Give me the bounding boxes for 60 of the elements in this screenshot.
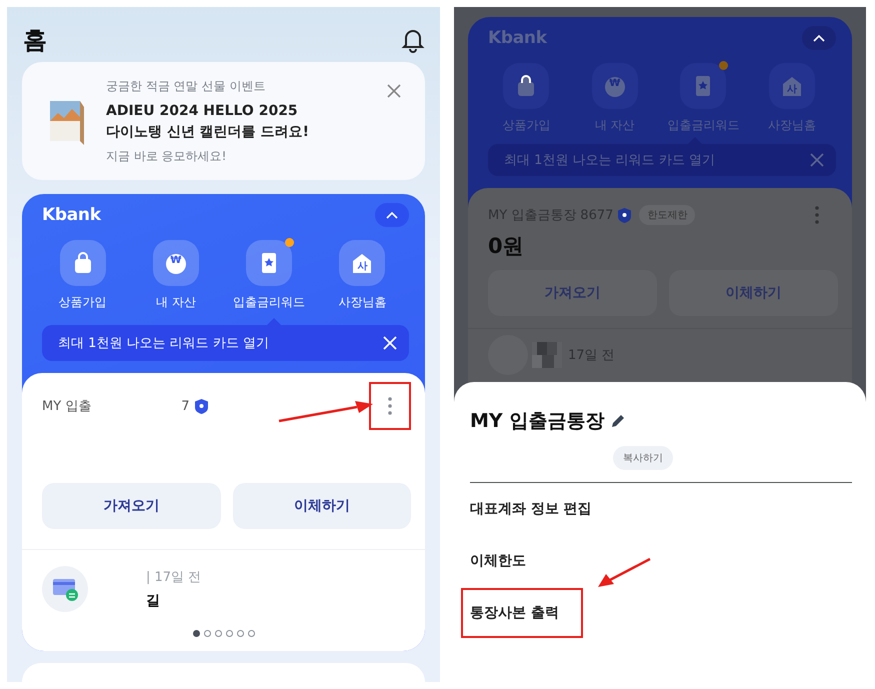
page-dot[interactable] [192,630,200,638]
icon-glyph: 사 [786,83,797,96]
account-balance: 0원 [488,233,525,260]
transfer-icon [42,566,88,612]
menu-item[interactable]: 이체한도 [470,552,526,570]
arrow [596,557,652,589]
transaction-title: 길 [146,592,161,610]
page-dot[interactable] [204,630,210,638]
collapse-button[interactable] [802,26,836,50]
event-title: 다이노탱 신년 캘린더를 드려요! [106,122,310,142]
copy-button[interactable]: 복사하기 [613,446,673,470]
page-dot[interactable] [248,630,254,638]
account-name: MY 입출 [42,398,92,416]
close-icon [810,153,824,167]
banner-text: 최대 1천원 나오는 리워드 카드 열기 [58,335,269,352]
action-button[interactable]: 가져오기 [42,483,220,530]
page-dot[interactable] [226,630,232,638]
action-button[interactable]: 이체하기 [232,483,411,530]
house-icon [351,251,374,276]
coin-icon [604,74,626,98]
more-vertical-icon [388,397,392,416]
shield-icon [194,398,208,414]
event-title: ADIEU 2024 HELLO 2025 [106,102,299,121]
transaction-date: | 17일 전 [146,569,202,586]
more-vertical-icon [815,206,819,224]
more-button[interactable] [369,382,411,430]
house-icon [780,74,803,98]
event-label: 궁금한 적금 연말 선물 이벤트 [106,78,266,95]
chevron-up-icon [813,34,825,42]
shield-icon [618,208,632,222]
menu-icon-button[interactable] [60,240,106,286]
icon-glyph: ₩ [170,255,182,266]
menu-label[interactable]: 입출금리워드 [233,294,306,312]
collapse-button[interactable] [375,203,409,228]
banner-text: 최대 1천원 나오는 리워드 카드 열기 [504,152,715,169]
menu-icon-button[interactable]: 사 [339,240,386,286]
menu-item[interactable]: 대표계좌 정보 편집 [470,500,592,518]
icon-glyph: 사 [357,260,368,274]
menu-icon-button[interactable] [503,63,550,109]
brand-logo: Kbank [488,28,547,48]
brand-logo: Kbank [42,205,101,226]
menu-label[interactable]: 사장님홈 [338,294,386,312]
close-icon[interactable] [387,84,401,98]
menu-icon-button[interactable] [680,63,726,109]
page-dot[interactable] [214,630,222,638]
pencil-icon[interactable] [610,413,626,429]
event-subtitle: 지금 바로 응모하세요! [106,148,228,165]
menu-label[interactable]: 내 자산 [156,294,196,312]
account-number: 7 [181,398,190,414]
page-dot[interactable] [236,630,244,638]
icon-glyph: ₩ [609,78,620,89]
menu-item[interactable]: 통장사본 출력 [461,588,583,638]
chevron-up-icon [386,211,398,220]
coin-icon [164,251,187,276]
page-title: 홈 [23,24,47,56]
sheet-title: MY 입출금통장 [470,409,604,434]
menu-icon-button[interactable]: ₩ [152,240,199,286]
menu-icon-button[interactable] [246,240,292,286]
close-icon [383,336,397,350]
menu-label[interactable]: 상품가입 [58,294,107,312]
